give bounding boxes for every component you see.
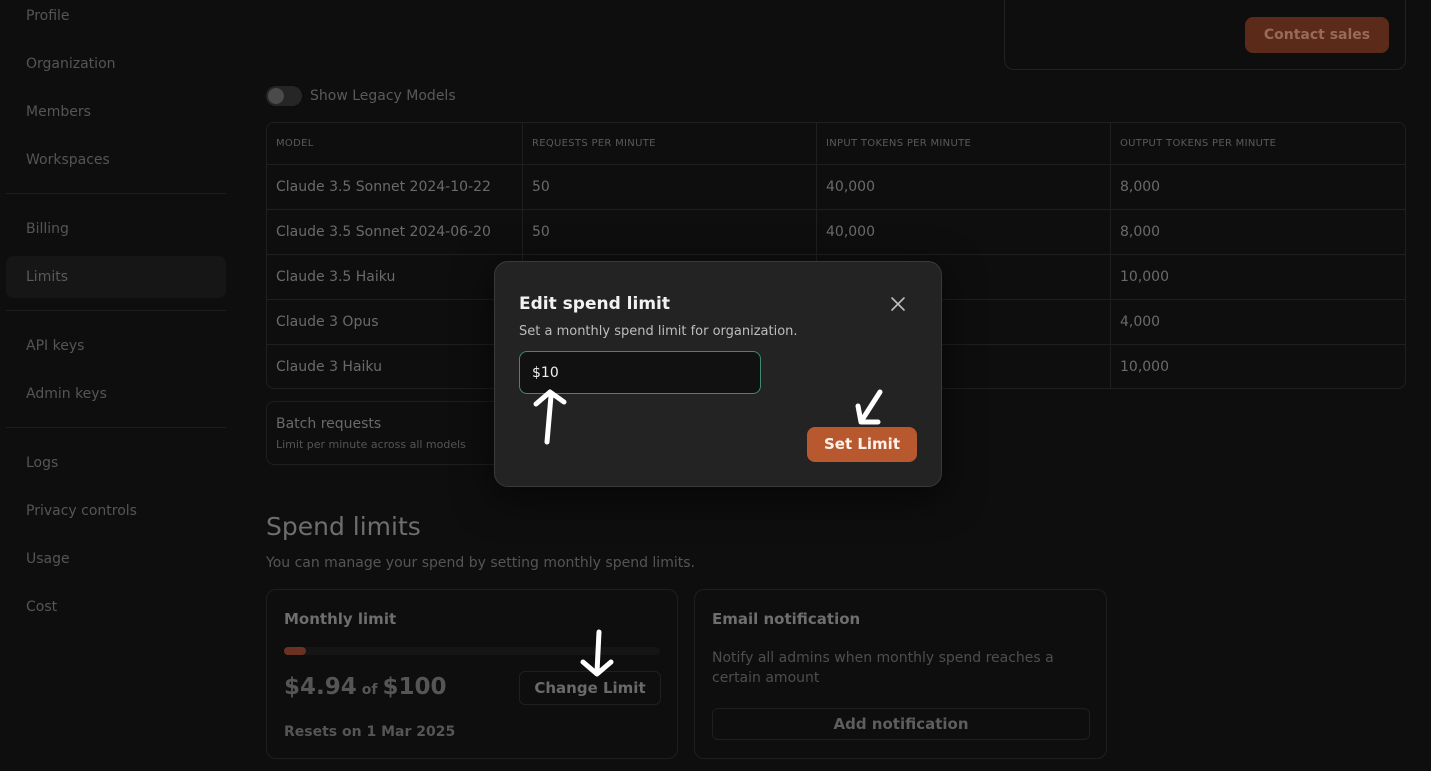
legacy-models-toggle[interactable] — [266, 86, 302, 106]
sidebar-item-members[interactable]: Members — [6, 91, 226, 133]
modal-title: Edit spend limit — [519, 294, 670, 314]
cell-output-tokens: 4,000 — [1120, 313, 1161, 330]
cell-input-tokens: 40,000 — [817, 164, 1111, 209]
email-notification-description: Notify all admins when monthly spend rea… — [712, 650, 1054, 686]
column-header-output-tokens: OUTPUT TOKENS PER MINUTE — [1120, 138, 1277, 149]
column-header-requests: REQUESTS PER MINUTE — [523, 123, 817, 164]
email-notification-card: Email notification Notify all admins whe… — [694, 589, 1107, 759]
cell-requests: 50 — [523, 164, 817, 209]
spend-limits-heading: Spend limits — [266, 512, 421, 541]
sidebar-item-privacy-controls[interactable]: Privacy controls — [6, 490, 226, 532]
cell-output-tokens: 10,000 — [1120, 268, 1169, 285]
cell-model: Claude 3 Haiku — [267, 344, 523, 388]
close-icon[interactable] — [889, 295, 907, 313]
cell-output-tokens: 8,000 — [1120, 223, 1161, 240]
cell-output-tokens: 10,000 — [1120, 358, 1169, 375]
sidebar-divider — [6, 427, 226, 428]
email-notification-title: Email notification — [712, 610, 861, 628]
cell-model: Claude 3.5 Sonnet 2024-06-20 — [267, 209, 523, 254]
monthly-limit-title: Monthly limit — [284, 610, 397, 628]
column-header-input-tokens: INPUT TOKENS PER MINUTE — [817, 123, 1111, 164]
edit-spend-limit-modal: Edit spend limit Set a monthly spend lim… — [494, 261, 942, 487]
batch-requests-subtitle: Limit per minute across all models — [276, 438, 466, 451]
sidebar-item-cost[interactable]: Cost — [6, 586, 226, 628]
limit-amount: $100 — [382, 674, 447, 700]
amount-of-label: of — [361, 682, 378, 698]
sidebar: Profile Organization Members Workspaces … — [0, 0, 240, 771]
sidebar-divider — [6, 310, 226, 311]
sidebar-item-admin-keys[interactable]: Admin keys — [6, 373, 226, 415]
spend-amount: $4.94 of $100 — [284, 674, 447, 700]
toggle-knob — [268, 88, 284, 104]
cell-model: Claude 3.5 Haiku — [267, 254, 523, 299]
sidebar-item-limits[interactable]: Limits — [6, 256, 226, 298]
spent-amount: $4.94 — [284, 674, 357, 700]
sidebar-item-logs[interactable]: Logs — [6, 442, 226, 484]
modal-description: Set a monthly spend limit for organizati… — [519, 324, 798, 339]
contact-sales-button[interactable]: Contact sales — [1245, 17, 1389, 53]
sidebar-item-api-keys[interactable]: API keys — [6, 325, 226, 367]
table-row: Claude 3.5 Sonnet 2024-10-22 50 40,000 8… — [267, 164, 1405, 210]
sidebar-divider — [6, 193, 226, 194]
cell-model: Claude 3.5 Sonnet 2024-10-22 — [267, 164, 523, 209]
sidebar-item-organization[interactable]: Organization — [6, 43, 226, 85]
cell-output-tokens: 8,000 — [1120, 178, 1161, 195]
batch-requests-title: Batch requests — [276, 416, 382, 432]
spend-progress-fill — [284, 647, 306, 655]
legacy-models-label: Show Legacy Models — [310, 88, 456, 104]
cell-input-tokens: 40,000 — [817, 209, 1111, 254]
column-header-model: MODEL — [267, 123, 523, 164]
cell-model: Claude 3 Opus — [267, 299, 523, 344]
set-limit-button[interactable]: Set Limit — [807, 427, 917, 462]
add-notification-button[interactable]: Add notification — [712, 708, 1090, 740]
table-header-row: MODEL REQUESTS PER MINUTE INPUT TOKENS P… — [267, 123, 1405, 165]
down-left-arrow-icon — [855, 389, 883, 425]
reset-date: Resets on 1 Mar 2025 — [284, 724, 456, 740]
sidebar-item-workspaces[interactable]: Workspaces — [6, 139, 226, 181]
cell-requests: 50 — [523, 209, 817, 254]
sidebar-item-usage[interactable]: Usage — [6, 538, 226, 580]
enterprise-card: Contact sales — [1004, 0, 1406, 70]
down-arrow-icon — [580, 629, 614, 677]
batch-requests-card: Batch requests Limit per minute across a… — [266, 401, 506, 465]
table-row: Claude 3.5 Sonnet 2024-06-20 50 40,000 8… — [267, 209, 1405, 255]
sidebar-item-profile[interactable]: Profile — [6, 0, 226, 37]
up-arrow-icon — [533, 389, 567, 445]
sidebar-item-billing[interactable]: Billing — [6, 208, 226, 250]
spend-limits-description: You can manage your spend by setting mon… — [266, 555, 695, 571]
